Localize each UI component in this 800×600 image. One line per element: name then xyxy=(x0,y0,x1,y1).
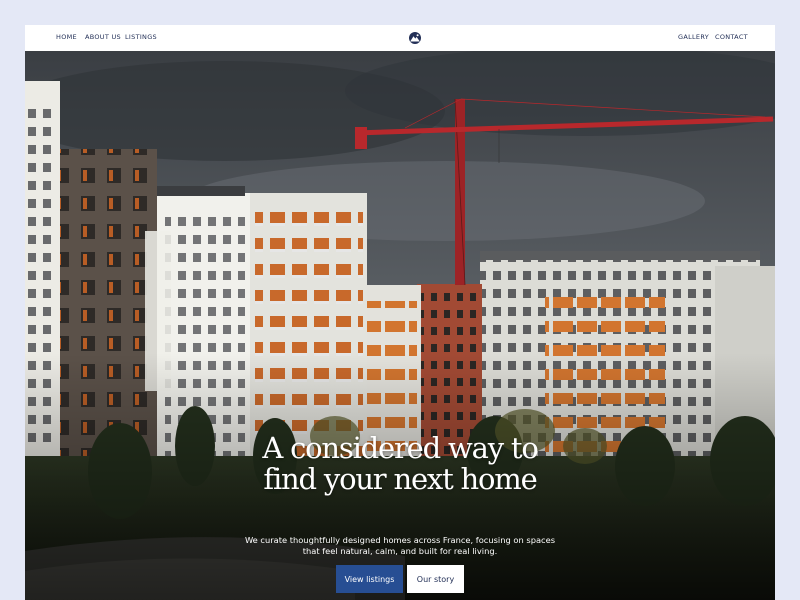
mountain-logo-icon[interactable] xyxy=(408,31,422,45)
hero-image xyxy=(25,51,775,600)
hero-headline-line-2: find your next home xyxy=(263,462,537,496)
hero-subtitle: We curate thoughtfully designed homes ac… xyxy=(25,535,775,557)
hero-subtitle-line-1: We curate thoughtfully designed homes ac… xyxy=(244,535,556,545)
nav-link-gallery[interactable]: GALLERY xyxy=(678,33,709,41)
nav-link-home[interactable]: HOME xyxy=(56,33,77,41)
hero-headline-line-1: A considered way to xyxy=(262,431,538,465)
top-nav: HOME ABOUT US LISTINGS GALLERY CONTACT xyxy=(25,25,775,51)
hero-section: A considered way to find your next home … xyxy=(25,51,775,600)
hero-subtitle-line-2: that feel natural, calm, and built for r… xyxy=(302,546,498,556)
nav-link-about-us[interactable]: ABOUT US xyxy=(85,33,121,41)
our-story-button[interactable]: Our story xyxy=(407,565,464,593)
view-listings-button[interactable]: View listings xyxy=(336,565,403,593)
nav-link-listings[interactable]: LISTINGS xyxy=(125,33,157,41)
hero-headline: A considered way to find your next home xyxy=(25,433,775,495)
page-frame: HOME ABOUT US LISTINGS GALLERY CONTACT A… xyxy=(25,25,775,600)
nav-link-contact[interactable]: CONTACT xyxy=(715,33,748,41)
